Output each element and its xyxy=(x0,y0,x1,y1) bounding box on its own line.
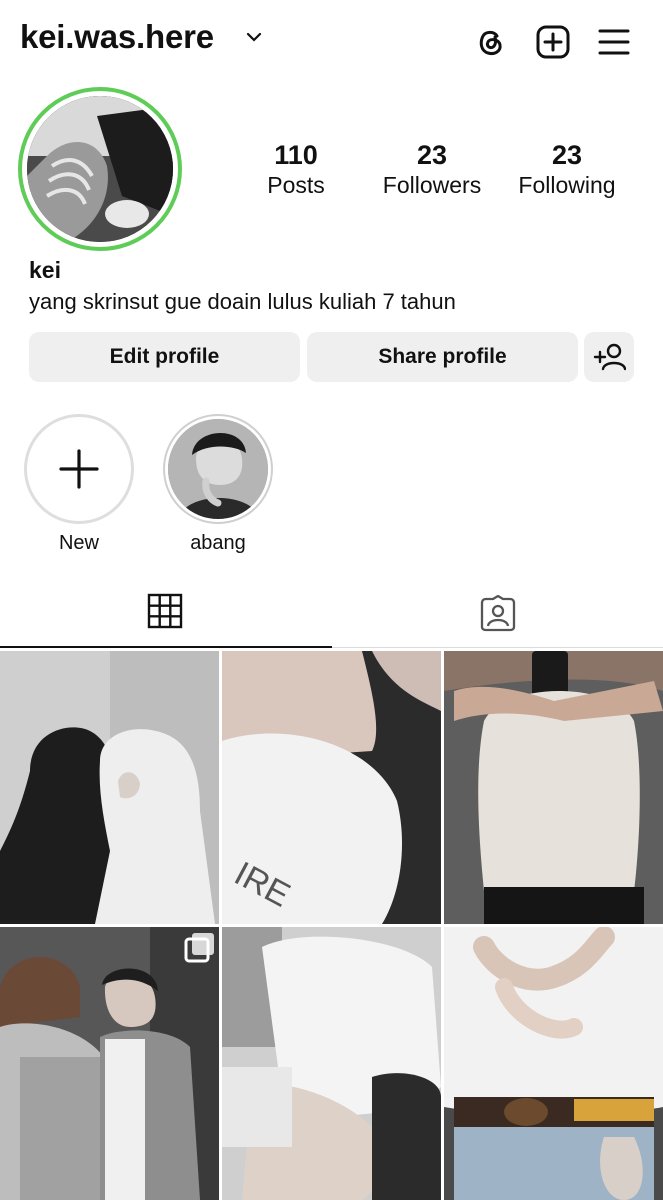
menu-icon[interactable] xyxy=(596,24,632,60)
stat-posts-value: 110 xyxy=(274,140,318,170)
stat-followers-label: Followers xyxy=(382,172,482,198)
posts-grid-tab[interactable] xyxy=(146,592,184,630)
stat-following-value: 23 xyxy=(551,140,583,170)
stat-posts-label: Posts xyxy=(267,172,325,198)
active-tab-indicator xyxy=(0,646,332,648)
stat-following-label: Following xyxy=(518,172,616,198)
edit-profile-button[interactable]: Edit profile xyxy=(29,332,300,382)
tagged-tab[interactable] xyxy=(479,594,517,633)
post-thumbnail[interactable] xyxy=(0,927,219,1200)
new-highlight-button[interactable] xyxy=(24,414,134,524)
avatar xyxy=(27,96,173,242)
grid-icon xyxy=(147,593,183,629)
add-user-icon xyxy=(593,343,626,371)
suggest-people-button[interactable] xyxy=(584,332,634,382)
post-thumbnail[interactable] xyxy=(0,651,219,924)
tagged-icon xyxy=(480,594,516,632)
profile-name: kei xyxy=(29,257,61,283)
profile-username[interactable]: kei.was.here xyxy=(20,18,214,56)
profile-bio: yang skrinsut gue doain lulus kuliah 7 t… xyxy=(29,289,456,314)
share-profile-button[interactable]: Share profile xyxy=(307,332,578,382)
stat-followers-value: 23 xyxy=(416,140,448,170)
profile-avatar-ring[interactable] xyxy=(18,87,182,251)
stat-posts[interactable]: 110 Posts xyxy=(226,140,366,200)
chevron-down-icon[interactable] xyxy=(246,31,262,43)
plus-icon xyxy=(59,449,99,489)
highlight-cover xyxy=(168,419,268,519)
post-thumbnail[interactable]: IRE xyxy=(222,651,441,924)
highlight-label-new: New xyxy=(58,532,99,554)
stat-followers[interactable]: 23 Followers xyxy=(362,140,502,200)
post-thumbnail[interactable] xyxy=(444,651,663,924)
post-thumbnail[interactable] xyxy=(222,927,441,1200)
highlight-label-abang: abang xyxy=(190,532,246,554)
highlight-abang[interactable] xyxy=(163,414,273,524)
stat-following[interactable]: 23 Following xyxy=(497,140,637,200)
post-thumbnail[interactable] xyxy=(444,927,663,1200)
create-post-icon[interactable] xyxy=(535,24,571,60)
threads-icon[interactable] xyxy=(472,24,508,60)
